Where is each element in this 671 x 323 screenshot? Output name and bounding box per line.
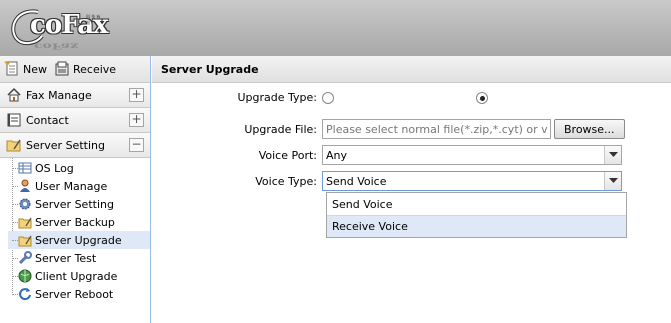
upgrade-file-row: Upgrade File: Please select normal file(… bbox=[152, 119, 625, 139]
new-document-icon bbox=[4, 61, 18, 76]
dropdown-option-receive-voice[interactable]: Receive Voice bbox=[327, 215, 626, 237]
server-upgrade-panel: Server Upgrade Upgrade Type: Upgrade Fil… bbox=[152, 56, 671, 323]
upgrade-type-row: Upgrade Type: bbox=[152, 91, 488, 104]
server-setting-tree: OS Log User Manage Server Setting Server… bbox=[0, 158, 150, 303]
expand-toggle[interactable]: + bbox=[129, 113, 144, 127]
collapse-toggle[interactable]: − bbox=[129, 138, 144, 152]
globe-upgrade-icon bbox=[18, 269, 32, 283]
new-button[interactable]: New bbox=[4, 61, 47, 77]
voice-port-value: Any bbox=[326, 148, 348, 162]
sidebar-item-server-backup[interactable]: Server Backup bbox=[8, 213, 150, 231]
settings-gear-icon bbox=[19, 198, 31, 210]
receive-button-label: Receive bbox=[73, 62, 117, 76]
sidebar-item-server-upgrade[interactable]: Server Upgrade bbox=[8, 231, 150, 249]
sidebar-item-server-setting[interactable]: Server Setting bbox=[8, 195, 150, 213]
wrench-test-icon bbox=[18, 251, 32, 265]
sidebar-item-label: OS Log bbox=[35, 161, 74, 175]
logo-subtext: 科 技 有 限 bbox=[86, 14, 101, 25]
sidebar-item-label: Client Upgrade bbox=[35, 269, 118, 283]
sidebar-item-label: Server Backup bbox=[35, 215, 115, 229]
sidebar-group-label: Contact bbox=[26, 113, 69, 127]
sidebar-item-label: Server Setting bbox=[35, 197, 114, 211]
chevron-down-icon[interactable] bbox=[604, 172, 621, 190]
sidebar-item-label: Server Reboot bbox=[35, 287, 114, 301]
upgrade-file-label: Upgrade File: bbox=[244, 122, 317, 136]
voice-type-label: Voice Type: bbox=[255, 174, 317, 188]
voice-type-select[interactable]: Send Voice bbox=[322, 171, 622, 191]
sidebar-item-user-manage[interactable]: User Manage bbox=[8, 177, 150, 195]
receive-fax-icon bbox=[55, 61, 69, 76]
receive-button[interactable]: Receive bbox=[54, 61, 116, 77]
expand-toggle[interactable]: + bbox=[129, 88, 144, 102]
refresh-icon bbox=[19, 288, 31, 301]
sidebar-item-server-test[interactable]: Server Test bbox=[8, 249, 150, 267]
voice-port-label: Voice Port: bbox=[258, 148, 317, 162]
sidebar-item-label: Server Test bbox=[35, 251, 97, 265]
chevron-down-icon[interactable] bbox=[604, 146, 621, 164]
address-book-icon bbox=[7, 113, 21, 127]
voice-type-dropdown: Send Voice Receive Voice bbox=[326, 192, 627, 238]
folder-edit-icon bbox=[6, 139, 21, 152]
logo-reflection: coFax bbox=[34, 41, 79, 51]
new-button-label: New bbox=[23, 62, 47, 76]
sidebar-item-label: User Manage bbox=[35, 179, 108, 193]
sidebar-group-server-setting[interactable]: Server Setting − bbox=[0, 133, 150, 158]
voice-type-row: Voice Type: Send Voice bbox=[152, 171, 622, 191]
browse-button[interactable]: Browse... bbox=[554, 119, 625, 139]
sidebar: New Receive Fax Manage + Contact + Serve… bbox=[0, 56, 151, 323]
upgrade-type-radio-voice[interactable] bbox=[476, 91, 488, 104]
sidebar-toolbar: New Receive bbox=[0, 56, 150, 83]
sidebar-item-os-log[interactable]: OS Log bbox=[8, 159, 150, 177]
folder-upgrade-icon bbox=[18, 235, 32, 247]
sidebar-group-label: Server Setting bbox=[26, 138, 105, 152]
voice-type-value: Send Voice bbox=[326, 174, 387, 188]
upgrade-file-input[interactable]: Please select normal file(*.zip,*.cyt) o… bbox=[322, 119, 551, 139]
upgrade-type-label: Upgrade Type: bbox=[237, 91, 318, 104]
sidebar-item-server-reboot[interactable]: Server Reboot bbox=[8, 285, 150, 303]
app-header: coFax 科 技 有 限 coFax bbox=[0, 0, 671, 56]
sidebar-group-label: Fax Manage bbox=[26, 88, 92, 102]
dropdown-option-send-voice[interactable]: Send Voice bbox=[327, 193, 626, 215]
voice-port-row: Voice Port: Any bbox=[152, 145, 622, 165]
log-table-icon bbox=[18, 162, 32, 174]
sidebar-item-client-upgrade[interactable]: Client Upgrade bbox=[8, 267, 150, 285]
home-icon bbox=[7, 87, 21, 102]
upgrade-type-radio-normal[interactable] bbox=[322, 91, 334, 104]
page-title: Server Upgrade bbox=[152, 56, 671, 83]
folder-backup-icon bbox=[18, 217, 32, 229]
user-icon bbox=[20, 179, 30, 192]
sidebar-item-label: Server Upgrade bbox=[35, 233, 122, 247]
cofax-logo: coFax 科 技 有 限 coFax bbox=[8, 2, 109, 54]
sidebar-group-contact[interactable]: Contact + bbox=[0, 108, 150, 133]
sidebar-group-fax-manage[interactable]: Fax Manage + bbox=[0, 83, 150, 108]
voice-port-select[interactable]: Any bbox=[322, 145, 622, 165]
